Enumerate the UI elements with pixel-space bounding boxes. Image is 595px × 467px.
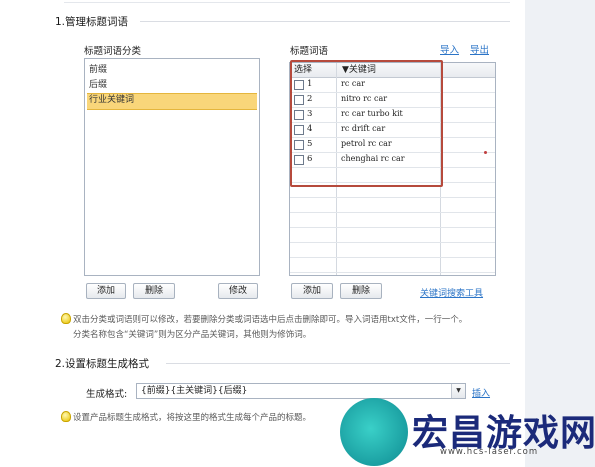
category-edit-button[interactable]: 修改 xyxy=(218,283,258,299)
format-label: 生成格式: xyxy=(86,389,128,400)
empty-row xyxy=(290,242,495,258)
empty-row xyxy=(290,212,495,228)
keywords-label: 标题词语 xyxy=(290,46,329,57)
category-list[interactable]: 前缀 后缀 行业关键词 xyxy=(84,58,260,276)
keyword-add-button[interactable]: 添加 xyxy=(291,283,333,299)
lightbulb-icon xyxy=(61,411,71,422)
category-label: 标题词语分类 xyxy=(84,46,142,57)
settings-panel: 1.管理标题词语 标题词语分类 标题词语 导入 导出 前缀 后缀 行业关键词 选… xyxy=(0,0,525,467)
format-select-value: {前缀}{主关键词}{后缀} xyxy=(141,386,248,396)
chevron-down-icon[interactable]: ▼ xyxy=(451,384,465,398)
section-title-manage-words: 1.管理标题词语 xyxy=(55,16,129,28)
export-link[interactable]: 导出 xyxy=(470,42,489,56)
top-divider xyxy=(64,2,510,3)
insert-link[interactable]: 插入 xyxy=(472,386,490,399)
annotation-dot xyxy=(484,151,487,154)
format-select[interactable]: {前缀}{主关键词}{后缀} ▼ xyxy=(136,383,466,399)
hint-text-line1: 双击分类或词语则可以修改，若要删除分类或词语选中后点击删除即可。导入词语用txt… xyxy=(73,315,468,325)
keyword-search-tool-link[interactable]: 关键词搜索工具 xyxy=(420,286,483,299)
list-item[interactable]: 前缀 xyxy=(85,63,259,78)
category-delete-button[interactable]: 删除 xyxy=(133,283,175,299)
keyword-delete-button[interactable]: 删除 xyxy=(340,283,382,299)
section-title-format: 2.设置标题生成格式 xyxy=(55,358,150,370)
list-item[interactable]: 后缀 xyxy=(85,78,259,93)
category-add-button[interactable]: 添加 xyxy=(86,283,126,299)
empty-row xyxy=(290,227,495,243)
empty-row xyxy=(290,197,495,213)
lightbulb-icon xyxy=(61,313,71,324)
section-divider xyxy=(166,363,510,364)
watermark-url: www.hcs-laser.com xyxy=(440,447,539,457)
import-link[interactable]: 导入 xyxy=(440,42,459,56)
highlight-annotation xyxy=(290,60,443,187)
list-item-selected[interactable]: 行业关键词 xyxy=(87,93,257,110)
hint-text-format: 设置产品标题生成格式，将按这里的格式生成每个产品的标题。 xyxy=(73,413,312,423)
section-divider xyxy=(140,21,510,22)
watermark-logo xyxy=(340,398,408,466)
empty-row xyxy=(290,257,495,273)
hint-text-line2: 分类名称包含“关键词”则为区分产品关键词，其他则为修饰词。 xyxy=(73,330,312,340)
